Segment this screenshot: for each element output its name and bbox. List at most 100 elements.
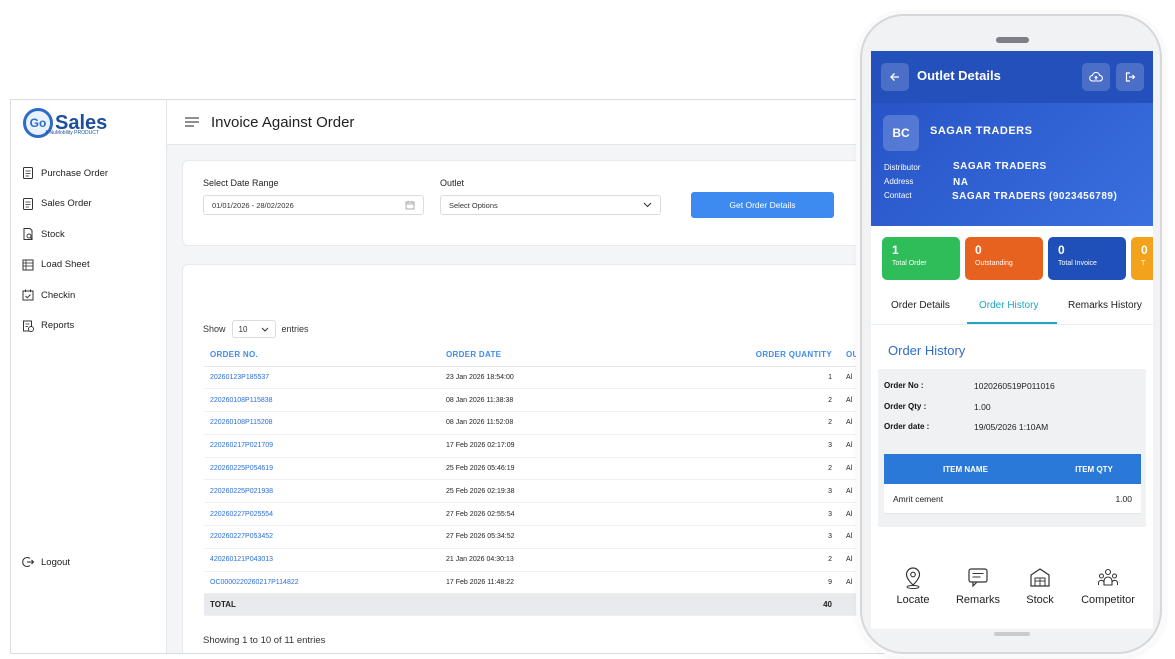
- stats-row: 1 Total Order 0 Outstanding 0 Total Invo…: [882, 237, 1153, 281]
- bottom-nav-stock[interactable]: Stock: [1010, 566, 1070, 606]
- date-range-input[interactable]: 01/01/2026 - 28/02/2026: [203, 195, 424, 215]
- logout-button[interactable]: Logout: [21, 555, 70, 569]
- table-row: 420260121P043013 21 Jan 2026 04:30:13 2 Al: [204, 548, 864, 572]
- order-history-title: Order History: [888, 343, 966, 358]
- order-quantity-cell: 2: [620, 388, 840, 413]
- phone-tabs: Order Details Order History Remarks Hist…: [871, 291, 1153, 325]
- order-no-link[interactable]: 220260225P021938: [204, 479, 440, 504]
- stat-card-total-order[interactable]: 1 Total Order: [882, 237, 960, 280]
- stage: Go Sales A NuMobility PRODUCT Purchase O…: [0, 0, 1175, 659]
- item-qty-header: ITEM QTY: [1075, 464, 1113, 474]
- order-date-cell: 17 Feb 2026 11:48:22: [440, 571, 620, 595]
- table-row: 220260227P053452 27 Feb 2026 05:34:52 3 Al: [204, 525, 864, 549]
- chat-icon: [968, 568, 988, 588]
- order-item-row: Amrit cement 1.00: [884, 484, 1141, 514]
- logout-icon: [1125, 72, 1136, 82]
- order-no-link[interactable]: 220260108P115838: [204, 388, 440, 413]
- order-date-cell: 23 Jan 2026 18:54:00: [440, 366, 620, 390]
- outlet-label: Outlet: [440, 178, 465, 188]
- outlet-select[interactable]: Select Options: [440, 195, 661, 215]
- order-no-link[interactable]: 420260121P043013: [204, 548, 440, 572]
- sidebar-item-label: Reports: [41, 320, 75, 332]
- show-label: Show: [203, 324, 226, 334]
- order-qty-value: 1.00: [974, 402, 991, 412]
- bottom-nav-competitor[interactable]: Competitor: [1077, 566, 1139, 606]
- phone-title: Outlet Details: [917, 68, 1001, 83]
- order-date-cell: 08 Jan 2026 11:38:38: [440, 388, 620, 413]
- sidebar-item-label: Stock: [41, 228, 65, 240]
- bottom-nav-remarks[interactable]: Remarks: [948, 566, 1008, 606]
- arrow-left-icon: [890, 73, 899, 81]
- bottom-nav-label: Competitor: [1081, 594, 1135, 606]
- report-icon: [23, 320, 34, 332]
- table-row: 220260227P025554 27 Feb 2026 02:55:54 3 Al: [204, 502, 864, 527]
- tab-remarks-history[interactable]: Remarks History: [1068, 300, 1142, 311]
- table-row: OC0000220260217P114822 17 Feb 2026 11:48:…: [204, 571, 864, 595]
- outlet-select-value: Select Options: [449, 200, 498, 210]
- bottom-nav: Locate Remarks Stock Competitor: [871, 566, 1153, 626]
- order-no-link[interactable]: 20260123P185537: [204, 366, 440, 390]
- sidebar-item-purchase-order[interactable]: Purchase Order: [21, 158, 108, 189]
- avatar: BC: [883, 115, 919, 151]
- sidebar-item-label: Purchase Order: [41, 167, 109, 179]
- sidebar-item-load-sheet[interactable]: Load Sheet: [21, 250, 108, 281]
- order-date-value: 19/05/2026 1:10AM: [974, 422, 1049, 432]
- order-date-cell: 27 Feb 2026 02:55:54: [440, 502, 620, 527]
- order-quantity-cell: 3: [620, 525, 840, 549]
- distributor-value: SAGAR TRADERS: [953, 161, 1047, 172]
- total-quantity: 40: [620, 593, 840, 617]
- table-total-row: TOTAL 40: [204, 593, 864, 617]
- sidebar-item-stock[interactable]: Stock: [21, 219, 108, 250]
- distributor-label: Distributor: [884, 163, 921, 172]
- bottom-nav-locate[interactable]: Locate: [883, 566, 943, 606]
- get-order-details-button[interactable]: Get Order Details: [691, 192, 834, 218]
- tab-order-details[interactable]: Order Details: [891, 300, 950, 311]
- bottom-nav-label: Stock: [1026, 594, 1054, 606]
- order-no-link[interactable]: 220260108P115208: [204, 411, 440, 435]
- document-icon: [23, 167, 33, 180]
- menu-icon[interactable]: [185, 117, 199, 127]
- page-title: Invoice Against Order: [211, 113, 355, 131]
- order-quantity-cell: 1: [620, 366, 840, 390]
- chevron-down-icon: [261, 327, 268, 332]
- stat-label: Total Order: [892, 260, 927, 267]
- order-date-cell: 27 Feb 2026 05:34:52: [440, 525, 620, 549]
- back-button[interactable]: [881, 63, 909, 91]
- logout-button[interactable]: [1116, 63, 1144, 91]
- page-size-select[interactable]: 10: [231, 320, 276, 338]
- sidebar-item-label: Checkin: [41, 289, 76, 301]
- order-quantity-cell: 3: [620, 479, 840, 504]
- order-no-link[interactable]: 220260227P053452: [204, 525, 440, 549]
- order-no-link[interactable]: 220260217P021709: [204, 434, 440, 458]
- sidebar-item-sales-order[interactable]: Sales Order: [21, 189, 108, 220]
- order-no-link[interactable]: OC0000220260217P114822: [204, 571, 440, 595]
- stat-card-partial[interactable]: 0 T: [1131, 237, 1153, 280]
- column-header-order-no[interactable]: ORDER NO.: [204, 344, 440, 367]
- orders-table-body: 20260123P185537 23 Jan 2026 18:54:00 1 Al 22…: [204, 366, 864, 595]
- cloud-sync-button[interactable]: [1082, 63, 1110, 91]
- item-name-header: ITEM NAME: [943, 464, 988, 474]
- order-date-cell: 25 Feb 2026 05:46:19: [440, 457, 620, 481]
- outlet-profile: BC SAGAR TRADERS Distributor SAGAR TRADE…: [871, 103, 1153, 226]
- sidebar-item-checkin[interactable]: Checkin: [21, 280, 108, 311]
- stat-card-total-invoice[interactable]: 0 Total Invoice: [1048, 237, 1126, 280]
- table-row: 220260225P054619 25 Feb 2026 05:46:19 2 Al: [204, 457, 864, 481]
- tab-order-history[interactable]: Order History: [979, 300, 1038, 311]
- sidebar-item-reports[interactable]: Reports: [21, 311, 108, 342]
- order-no-link[interactable]: 220260225P054619: [204, 457, 440, 481]
- total-spacer: [440, 593, 620, 617]
- logout-label: Logout: [41, 556, 71, 568]
- contact-value: SAGAR TRADERS (9023456789): [952, 191, 1118, 202]
- page-size-control: Show 10 entries: [203, 320, 309, 338]
- column-header-order-date[interactable]: ORDER DATE: [440, 344, 620, 367]
- sidebar: Go Sales A NuMobility PRODUCT Purchase O…: [11, 100, 167, 653]
- bottom-nav-label: Locate: [896, 594, 930, 606]
- calendar-check-icon: [22, 289, 34, 301]
- order-date-label: Order date :: [884, 422, 930, 431]
- phone-home-indicator: [994, 632, 1030, 636]
- column-header-order-quantity[interactable]: ORDER QUANTITY: [620, 344, 840, 367]
- order-no-label: Order No :: [884, 381, 924, 390]
- order-no-link[interactable]: 220260227P025554: [204, 502, 440, 527]
- stat-label: T: [1141, 260, 1146, 267]
- stat-card-outstanding[interactable]: 0 Outstanding: [965, 237, 1043, 280]
